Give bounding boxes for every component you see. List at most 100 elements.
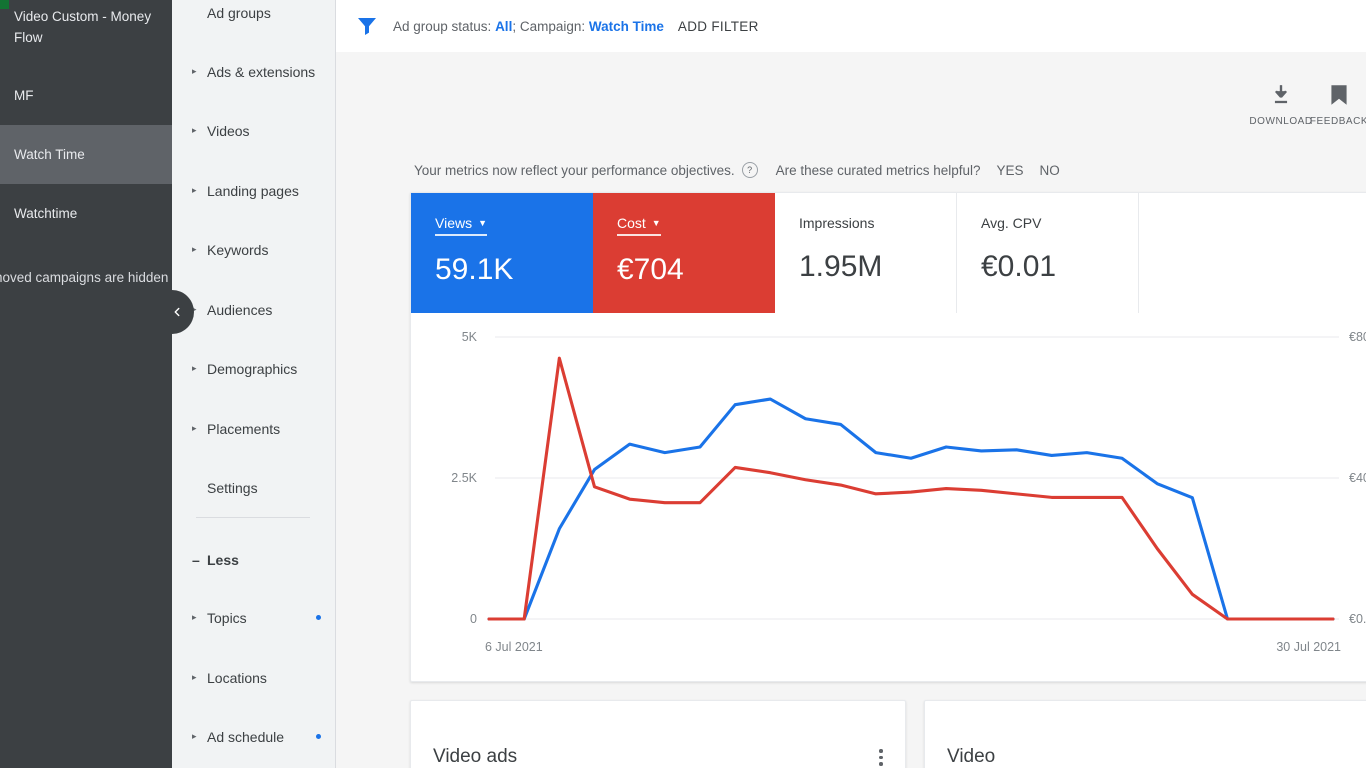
nav-item-keywords[interactable]: ▸ Keywords bbox=[172, 230, 335, 269]
app-root: Video Custom - Money Flow MF Watch Time … bbox=[0, 0, 1366, 768]
download-button[interactable]: DOWNLOAD bbox=[1249, 82, 1313, 127]
metric-tile-label: Avg. CPV bbox=[981, 215, 1041, 231]
chevron-right-icon: ▸ bbox=[192, 612, 197, 622]
kebab-menu-icon[interactable] bbox=[879, 749, 883, 768]
svg-text:€80.00: €80.00 bbox=[1349, 330, 1366, 344]
chevron-right-icon: ▸ bbox=[192, 125, 197, 135]
svg-text:€40.00: €40.00 bbox=[1349, 471, 1366, 485]
curated-metrics-yes-button[interactable]: YES bbox=[997, 163, 1024, 178]
metric-tile-label: Impressions bbox=[799, 215, 874, 231]
add-filter-button[interactable]: ADD FILTER bbox=[678, 19, 759, 34]
chevron-left-icon bbox=[174, 307, 180, 317]
minus-icon: – bbox=[192, 551, 200, 568]
chevron-right-icon: ▸ bbox=[192, 731, 197, 741]
filter-campaign-value: Watch Time bbox=[588, 18, 664, 34]
nav-item-landing-pages[interactable]: ▸ Landing pages bbox=[172, 171, 335, 210]
chevron-down-icon: ▼ bbox=[651, 218, 661, 228]
metric-tile-value: €704 bbox=[617, 253, 684, 286]
nav-item-label: Landing pages bbox=[207, 182, 299, 199]
chevron-right-icon: ▸ bbox=[192, 423, 197, 433]
metric-tile-avg-cpv[interactable]: Avg. CPV €0.01 bbox=[957, 193, 1139, 313]
nav-item-label: Demographics bbox=[207, 360, 298, 377]
filter-funnel-icon[interactable] bbox=[355, 14, 379, 38]
content-toolbar: DOWNLOAD FEEDBACK bbox=[1249, 82, 1366, 127]
nav-item-less[interactable]: – Less bbox=[172, 540, 335, 579]
filter-summary[interactable]: Ad group status: All; Campaign: Watch Ti… bbox=[393, 19, 664, 34]
nav-item-label: Ad groups bbox=[207, 4, 271, 21]
filter-status-prefix: Ad group status: bbox=[393, 18, 496, 34]
feedback-icon bbox=[1331, 85, 1347, 105]
metric-tile-value: €0.01 bbox=[981, 250, 1057, 283]
curated-metrics-notice: Your metrics now reflect your performanc… bbox=[414, 162, 1060, 178]
filter-bar: Ad group status: All; Campaign: Watch Ti… bbox=[336, 0, 1366, 53]
download-icon bbox=[1274, 85, 1288, 104]
metric-tile-label-text: Views bbox=[435, 215, 473, 231]
nav-item-label: Topics bbox=[207, 609, 247, 626]
svg-text:0: 0 bbox=[470, 612, 477, 626]
new-indicator-dot bbox=[316, 734, 321, 739]
metric-tile-views[interactable]: Views ▼ 59.1K bbox=[411, 193, 593, 313]
metric-tile-impressions[interactable]: Impressions 1.95M bbox=[775, 193, 957, 313]
filter-status-value: All bbox=[495, 18, 513, 34]
campaign-rail-item-label: Watchtime bbox=[14, 206, 78, 221]
chevron-right-icon: ▸ bbox=[192, 363, 197, 373]
metric-tile-label: Views ▼ bbox=[435, 215, 488, 236]
campaign-rail-title: Video Custom - Money Flow bbox=[14, 9, 152, 45]
campaign-rail-item-watch-time[interactable]: Watch Time bbox=[0, 125, 172, 184]
metric-tile-label-text: Cost bbox=[617, 215, 646, 231]
chart-svg: 0 €0.00 2.5K €40.00 5K €80.00 6 Jul 2021 30 Jul… bbox=[451, 330, 1366, 654]
nav-item-topics[interactable]: ▸ Topics bbox=[172, 598, 335, 637]
curated-metrics-question: Are these curated metrics helpful? bbox=[775, 162, 981, 178]
main-content: Ad group status: All; Campaign: Watch Ti… bbox=[336, 0, 1366, 768]
chevron-right-icon: ▸ bbox=[192, 185, 197, 195]
metric-tile-label-text: Impressions bbox=[799, 215, 875, 231]
campaign-rail-item-watchtime[interactable]: Watchtime bbox=[0, 184, 172, 243]
campaign-rail-item-mf[interactable]: MF bbox=[0, 66, 172, 125]
chevron-right-icon: ▸ bbox=[192, 672, 197, 682]
feedback-button[interactable]: FEEDBACK bbox=[1309, 82, 1366, 127]
svg-text:2.5K: 2.5K bbox=[451, 471, 477, 485]
campaign-rail-item-label: MF bbox=[14, 88, 34, 103]
metric-tiles: Views ▼ 59.1K Cost ▼ €704 Impressions 1.95… bbox=[411, 193, 1366, 313]
nav-item-placements[interactable]: ▸ Placements bbox=[172, 409, 335, 448]
chevron-down-icon: ▼ bbox=[478, 218, 488, 228]
feedback-label: FEEDBACK bbox=[1309, 116, 1366, 127]
download-label: DOWNLOAD bbox=[1249, 116, 1313, 127]
nav-item-videos[interactable]: ▸ Videos bbox=[172, 111, 335, 150]
nav-item-label: Less bbox=[207, 551, 239, 568]
content-area: DOWNLOAD FEEDBACK Your metrics now refle… bbox=[336, 52, 1366, 768]
nav-item-demographics[interactable]: ▸ Demographics bbox=[172, 349, 335, 388]
nav-item-label: Audiences bbox=[207, 301, 273, 318]
svg-text:€0.00: €0.00 bbox=[1349, 612, 1366, 626]
metric-tile-label: Cost ▼ bbox=[617, 215, 661, 236]
campaign-rail: Video Custom - Money Flow MF Watch Time … bbox=[0, 0, 172, 768]
nav-item-audiences[interactable]: ▸ Audiences bbox=[172, 290, 335, 329]
nav-item-label: Ads & extensions bbox=[207, 63, 316, 80]
nav-divider bbox=[196, 517, 310, 518]
section-nav-panel: Ad groups ▸ Ads & extensions ▸ Videos ▸ … bbox=[172, 0, 336, 768]
nav-item-ad-schedule[interactable]: ▸ Ad schedule bbox=[172, 717, 335, 756]
nav-item-label: Videos bbox=[207, 122, 250, 139]
card-title: Video bbox=[947, 746, 996, 767]
corner-indicator-dot bbox=[0, 0, 9, 9]
video-card: Video bbox=[924, 700, 1366, 768]
nav-item-label: Locations bbox=[207, 669, 267, 686]
chevron-right-icon: ▸ bbox=[192, 66, 197, 76]
metric-tile-cost[interactable]: Cost ▼ €704 bbox=[593, 193, 775, 313]
curated-metrics-no-button[interactable]: NO bbox=[1040, 163, 1060, 178]
svg-text:5K: 5K bbox=[462, 330, 478, 344]
nav-item-ad-groups[interactable]: Ad groups bbox=[172, 0, 335, 32]
curated-metrics-text: Your metrics now reflect your performanc… bbox=[414, 162, 735, 178]
svg-text:30 Jul 2021: 30 Jul 2021 bbox=[1276, 640, 1341, 654]
metric-tile-label-text: Avg. CPV bbox=[981, 215, 1042, 231]
filter-middle-text: ; Campaign: bbox=[512, 18, 589, 34]
metric-tile-value: 1.95M bbox=[799, 250, 883, 283]
nav-item-settings[interactable]: Settings bbox=[172, 468, 335, 507]
nav-item-label: Keywords bbox=[207, 241, 269, 258]
svg-text:6 Jul 2021: 6 Jul 2021 bbox=[485, 640, 543, 654]
nav-item-ads-extensions[interactable]: ▸ Ads & extensions bbox=[172, 52, 335, 91]
nav-item-label: Ad schedule bbox=[207, 728, 285, 745]
new-indicator-dot bbox=[316, 615, 321, 620]
question-mark-icon[interactable]: ? bbox=[741, 162, 758, 178]
nav-item-locations[interactable]: ▸ Locations bbox=[172, 658, 335, 697]
